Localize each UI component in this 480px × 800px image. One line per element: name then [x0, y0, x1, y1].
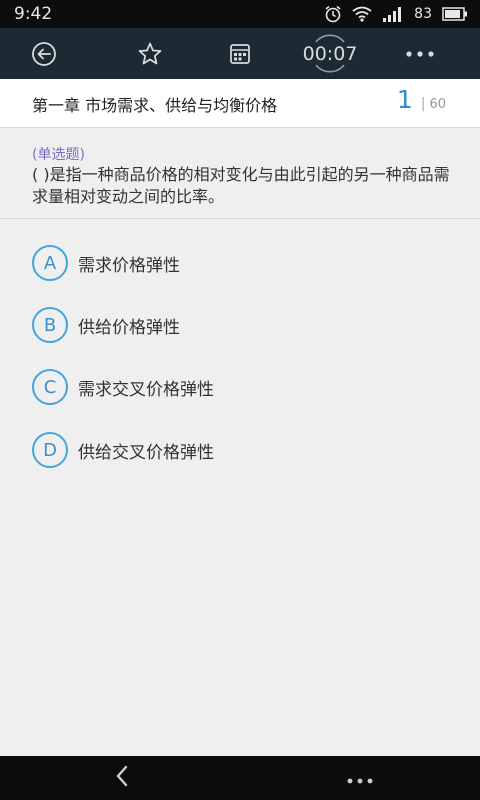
- timer-text: 00:07: [302, 42, 358, 65]
- star-icon: [137, 41, 163, 67]
- back-circle-icon: [31, 41, 57, 67]
- back-button[interactable]: [22, 28, 66, 79]
- progress-total: 60: [429, 97, 446, 112]
- option-label: 供给价格弹性: [78, 317, 180, 338]
- chapter-title: 第一章 市场需求、供给与均衡价格: [32, 96, 278, 115]
- progress-separator: |: [420, 96, 426, 112]
- battery-icon: [442, 7, 468, 21]
- answer-sheet-button[interactable]: [218, 28, 262, 79]
- signal-icon: [382, 6, 404, 22]
- status-icons: 83: [324, 4, 468, 24]
- option-label: 供给交叉价格弹性: [78, 442, 214, 463]
- option-a[interactable]: A 需求价格弹性: [32, 243, 432, 283]
- option-letter: D: [32, 432, 68, 468]
- option-d[interactable]: D 供给交叉价格弹性: [32, 430, 432, 470]
- progress-current: 1: [396, 85, 413, 114]
- toolbar: 00:07: [0, 28, 480, 79]
- question-type: (单选题): [32, 147, 85, 163]
- battery-level: 83: [414, 6, 432, 22]
- favorite-button[interactable]: [128, 28, 172, 79]
- option-letter: C: [32, 369, 68, 405]
- option-label: 需求价格弹性: [78, 255, 180, 276]
- nav-menu-button[interactable]: [338, 756, 382, 800]
- option-label: 需求交叉价格弹性: [78, 379, 214, 400]
- wifi-icon: [352, 6, 372, 22]
- option-letter: A: [32, 245, 68, 281]
- option-b[interactable]: B 供给价格弹性: [32, 305, 432, 345]
- chevron-left-icon: [114, 764, 130, 792]
- more-dots-icon: [347, 769, 373, 788]
- card-icon: [228, 42, 252, 66]
- question-progress: 1 | 60: [397, 85, 446, 114]
- status-time: 9:42: [14, 4, 53, 24]
- more-dots-icon: [405, 50, 435, 58]
- bottom-nav: [0, 756, 480, 800]
- more-button[interactable]: [398, 28, 442, 79]
- option-letter: B: [32, 307, 68, 343]
- question-block: (单选题) ( )是指一种商品价格的相对变化与由此引起的另一种商品需求量相对变动…: [0, 138, 480, 219]
- chapter-header: 第一章 市场需求、供给与均衡价格 1 | 60: [0, 79, 480, 128]
- alarm-icon: [324, 5, 342, 23]
- nav-back-button[interactable]: [100, 756, 144, 800]
- status-bar: 9:42 83: [0, 0, 480, 28]
- timer[interactable]: 00:07: [298, 28, 362, 79]
- question-text: ( )是指一种商品价格的相对变化与由此引起的另一种商品需求量相对变动之间的比率。: [32, 165, 450, 206]
- option-c[interactable]: C 需求交叉价格弹性: [32, 367, 432, 407]
